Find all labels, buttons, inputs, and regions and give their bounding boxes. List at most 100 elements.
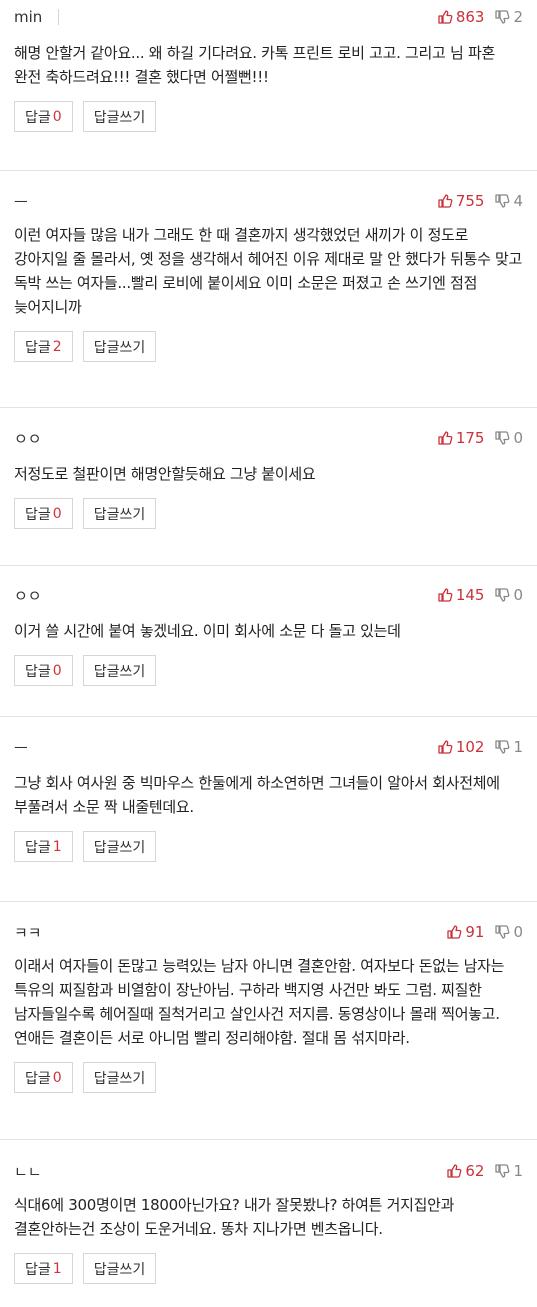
write-reply-button[interactable]: 답글쓰기 (82, 1062, 157, 1093)
comment-body: 이래서 여자들이 돈많고 능력있는 남자 아니면 결혼안함. 여자보다 돈없는 … (14, 957, 505, 1047)
reply-count: 1 (52, 1260, 62, 1277)
downvote-count: 0 (513, 429, 523, 447)
comment-author: ㅋㅋ (14, 923, 42, 942)
reply-toggle-button[interactable]: 답글 0 (14, 655, 73, 686)
comment-author: ㅇㅇ (14, 586, 42, 605)
comment-body: 이거 쓸 시간에 붙여 놓겠네요. 이미 회사에 소문 다 돌고 있는데 (14, 622, 401, 640)
comment-item: ㄴㄴ 62 1 식대6에 300명이면 1800아닌가요? 내가 잘못봤나? 하… (0, 1140, 537, 1307)
thumbs-up-icon (447, 925, 462, 939)
upvote-count: 145 (455, 586, 485, 604)
write-reply-label: 답글쓰기 (93, 663, 146, 680)
upvote-button[interactable]: 863 (437, 8, 485, 26)
reply-toggle-button[interactable]: 답글 1 (14, 831, 73, 862)
downvote-button[interactable]: 0 (494, 586, 523, 604)
write-reply-button[interactable]: 답글쓰기 (82, 1253, 157, 1284)
thumbs-up-icon (447, 1164, 462, 1178)
write-reply-label: 답글쓰기 (93, 1070, 146, 1087)
upvote-button[interactable]: 145 (437, 586, 485, 604)
upvote-button[interactable]: 175 (437, 429, 485, 447)
reply-label: 답글 (25, 506, 51, 523)
reply-count: 0 (52, 505, 62, 522)
upvote-count: 175 (455, 429, 485, 447)
thumbs-up-icon (438, 431, 453, 445)
comment-item: ㅡ 755 4 이런 여자들 많음 내가 그래도 한 때 결혼까지 생각했었던 … (0, 171, 537, 408)
author-divider (58, 9, 60, 25)
upvote-button[interactable]: 91 (446, 923, 484, 941)
reply-toggle-button[interactable]: 답글 0 (14, 101, 73, 132)
thumbs-down-icon (495, 740, 510, 754)
reply-toggle-button[interactable]: 답글 0 (14, 498, 73, 529)
thumbs-down-icon (495, 194, 510, 208)
write-reply-label: 답글쓰기 (93, 1261, 146, 1278)
thumbs-down-icon (495, 925, 510, 939)
reply-label: 답글 (25, 109, 51, 126)
write-reply-label: 답글쓰기 (93, 506, 146, 523)
thumbs-down-icon (495, 431, 510, 445)
downvote-count: 4 (513, 192, 523, 210)
downvote-button[interactable]: 0 (494, 923, 523, 941)
reply-count: 1 (52, 838, 62, 855)
reply-label: 답글 (25, 663, 51, 680)
downvote-button[interactable]: 1 (494, 1162, 523, 1180)
downvote-button[interactable]: 1 (494, 738, 523, 756)
downvote-count: 0 (513, 586, 523, 604)
reply-label: 답글 (25, 1261, 51, 1278)
reply-toggle-button[interactable]: 답글 0 (14, 1062, 73, 1093)
write-reply-button[interactable]: 답글쓰기 (82, 101, 157, 132)
thumbs-down-icon (495, 588, 510, 602)
upvote-count: 62 (465, 1162, 485, 1180)
downvote-count: 0 (513, 923, 523, 941)
thumbs-up-icon (438, 588, 453, 602)
comment-item: min 863 2 해명 안할거 같아요... 왜 하길 기다려요. 카톡 프린… (0, 0, 537, 171)
comment-author: min (14, 8, 43, 26)
comment-body: 이런 여자들 많음 내가 그래도 한 때 결혼까지 생각했었던 새끼가 이 정도… (14, 226, 523, 316)
reply-toggle-button[interactable]: 답글 2 (14, 331, 73, 362)
reply-label: 답글 (25, 339, 51, 356)
write-reply-label: 답글쓰기 (93, 339, 146, 356)
reply-label: 답글 (25, 839, 51, 856)
comment-body: 해명 안할거 같아요... 왜 하길 기다려요. 카톡 프린트 로비 고고. 그… (14, 44, 495, 86)
upvote-button[interactable]: 102 (437, 738, 485, 756)
comment-author: ㄴㄴ (14, 1162, 42, 1181)
write-reply-button[interactable]: 답글쓰기 (82, 655, 157, 686)
upvote-count: 863 (455, 8, 485, 26)
thumbs-down-icon (495, 10, 510, 24)
reply-label: 답글 (25, 1070, 51, 1087)
reply-count: 0 (52, 108, 62, 125)
upvote-count: 91 (465, 923, 485, 941)
reply-toggle-button[interactable]: 답글 1 (14, 1253, 73, 1284)
comment-item: ㅇㅇ 145 0 이거 쓸 시간에 붙여 놓겠네요. 이미 회사에 소문 다 돌… (0, 566, 537, 717)
reply-count: 2 (52, 338, 62, 355)
comment-author: ㅡ (14, 192, 28, 211)
downvote-button[interactable]: 0 (494, 429, 523, 447)
comment-body: 식대6에 300명이면 1800아닌가요? 내가 잘못봤나? 하여튼 거지집안과… (14, 1196, 455, 1238)
comment-author: ㅇㅇ (14, 429, 42, 448)
comment-item: ㅡ 102 1 그냥 회사 여사원 중 빅마우스 한둘에게 하소연하면 그녀들이… (0, 717, 537, 902)
downvote-count: 1 (513, 1162, 523, 1180)
upvote-count: 102 (455, 738, 485, 756)
upvote-button[interactable]: 755 (437, 192, 485, 210)
thumbs-up-icon (438, 740, 453, 754)
comment-body: 저정도로 철판이면 해명안할듯해요 그냥 붙이세요 (14, 465, 316, 483)
write-reply-label: 답글쓰기 (93, 839, 146, 856)
write-reply-button[interactable]: 답글쓰기 (82, 331, 157, 362)
downvote-button[interactable]: 2 (494, 8, 523, 26)
comment-item: ㅇㅇ 175 0 저정도로 철판이면 해명안할듯해요 그냥 붙이세요 답글 0 답… (0, 408, 537, 566)
downvote-count: 1 (513, 738, 523, 756)
downvote-count: 2 (513, 8, 523, 26)
thumbs-up-icon (438, 194, 453, 208)
write-reply-button[interactable]: 답글쓰기 (82, 498, 157, 529)
reply-count: 0 (52, 662, 62, 679)
thumbs-down-icon (495, 1164, 510, 1178)
write-reply-label: 답글쓰기 (93, 109, 146, 126)
write-reply-button[interactable]: 답글쓰기 (82, 831, 157, 862)
comment-list: min 863 2 해명 안할거 같아요... 왜 하길 기다려요. 카톡 프린… (0, 0, 537, 1307)
upvote-button[interactable]: 62 (446, 1162, 484, 1180)
comment-author: ㅡ (14, 738, 28, 757)
downvote-button[interactable]: 4 (494, 192, 523, 210)
thumbs-up-icon (438, 10, 453, 24)
comment-body: 그냥 회사 여사원 중 빅마우스 한둘에게 하소연하면 그녀들이 알아서 회사전… (14, 774, 500, 816)
upvote-count: 755 (455, 192, 485, 210)
comment-item: ㅋㅋ 91 0 이래서 여자들이 돈많고 능력있는 남자 아니면 결혼안함. 여… (0, 902, 537, 1140)
reply-count: 0 (52, 1069, 62, 1086)
